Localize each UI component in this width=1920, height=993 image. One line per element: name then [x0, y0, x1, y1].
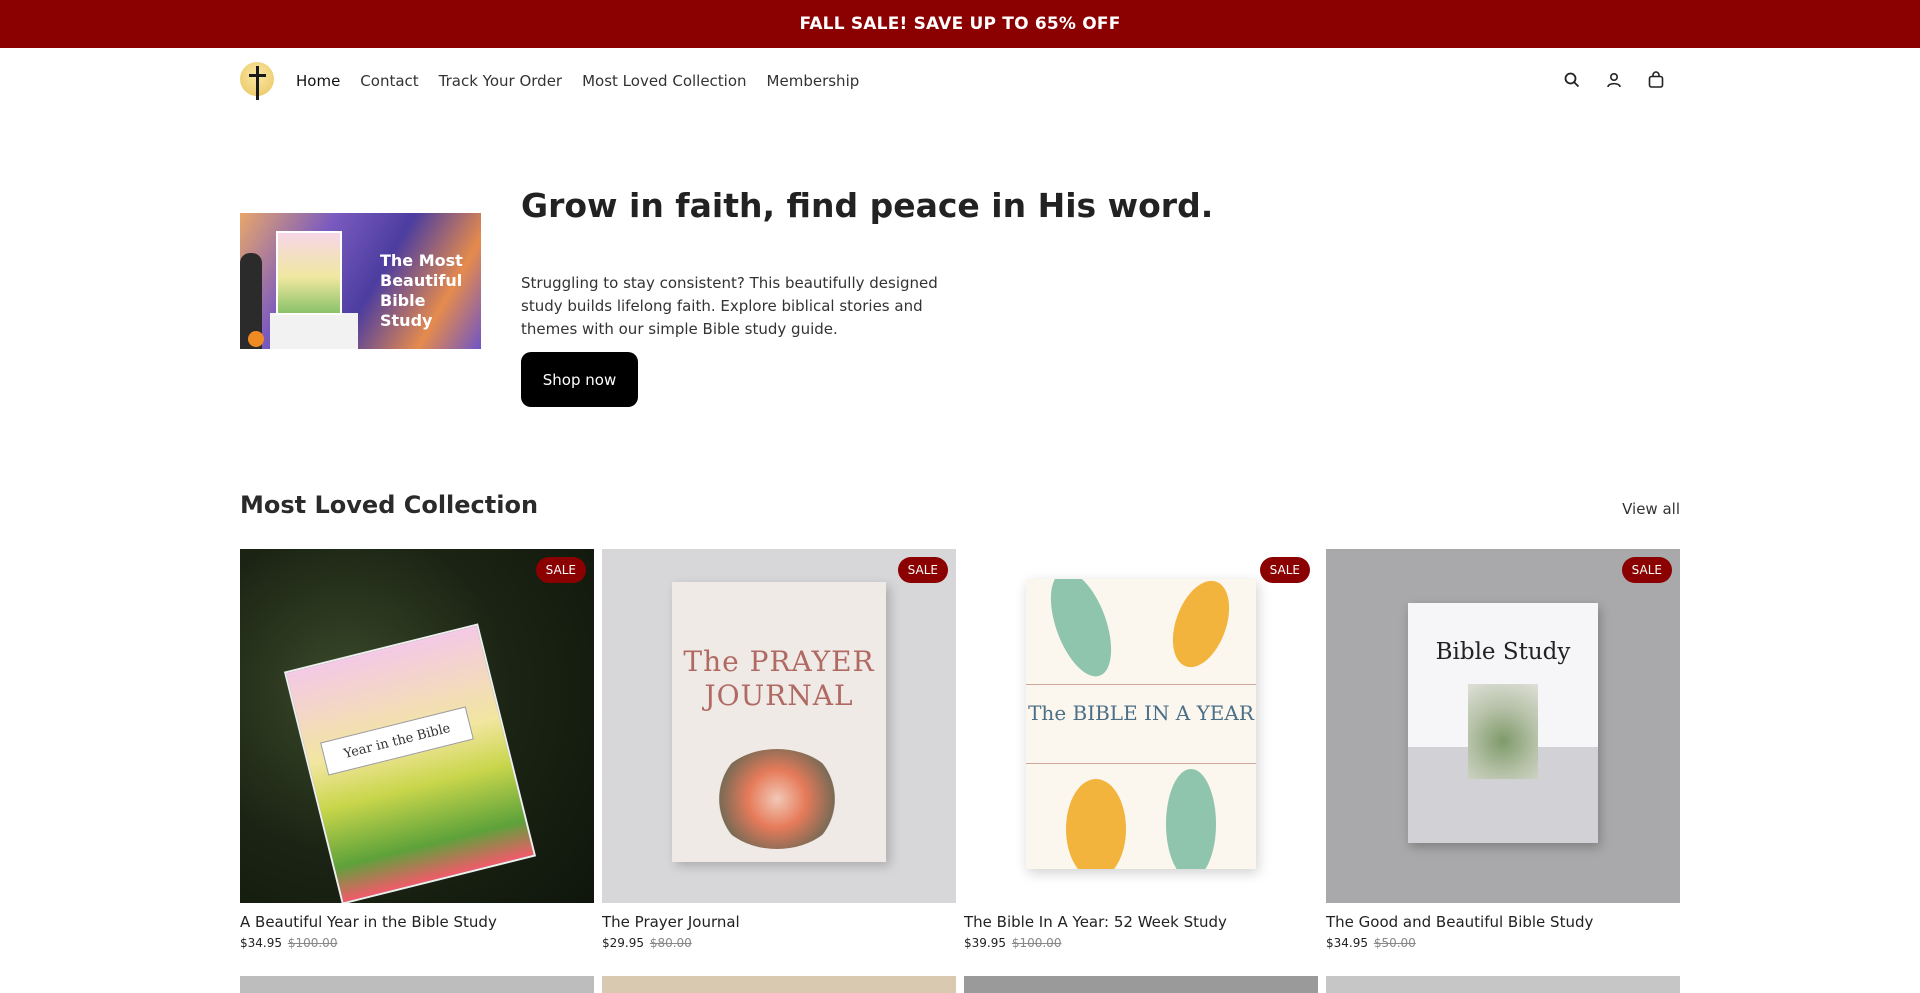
announcement-bar: FALL SALE! SAVE UP TO 65% OFF	[0, 0, 1920, 48]
product-image[interactable]	[602, 976, 956, 993]
next-row-preview	[240, 976, 1681, 993]
product-price: $34.95 $100.00	[240, 936, 338, 950]
main-nav: Home Contact Track Your Order Most Loved…	[296, 48, 859, 114]
site-header: Home Contact Track Your Order Most Loved…	[0, 48, 1920, 114]
account-icon[interactable]	[1604, 70, 1624, 90]
sale-badge: SALE	[1259, 557, 1310, 583]
hero-image-text: The Most Beautiful Bible Study	[380, 251, 463, 330]
search-icon[interactable]	[1562, 70, 1582, 90]
product-name[interactable]: The Bible In A Year: 52 Week Study	[964, 913, 1318, 931]
hero-description: Struggling to stay consistent? This beau…	[521, 274, 938, 338]
section-title: Most Loved Collection	[240, 491, 539, 519]
product-cover-text: The BIBLE IN A YEAR	[1026, 684, 1256, 764]
product-card[interactable]: Bible Study SALE The Good and Beautiful …	[1326, 549, 1680, 950]
nav-membership[interactable]: Membership	[767, 72, 860, 90]
product-name[interactable]: The Prayer Journal	[602, 913, 956, 931]
cart-icon[interactable]	[1646, 70, 1666, 90]
product-card[interactable]: Year in the Bible SALE A Beautiful Year …	[240, 549, 594, 950]
product-card[interactable]: The PRAYER JOURNAL SALE The Prayer Journ…	[602, 549, 956, 950]
product-image[interactable]: The PRAYER JOURNAL SALE	[602, 549, 956, 903]
hero-image: The Most Beautiful Bible Study	[240, 213, 481, 349]
product-card[interactable]: The BIBLE IN A YEAR SALE The Bible In A …	[964, 549, 1318, 950]
sale-badge: SALE	[535, 557, 586, 583]
product-price: $29.95 $80.00	[602, 936, 692, 950]
announcement-text: FALL SALE! SAVE UP TO 65% OFF	[799, 14, 1121, 34]
compare-price: $50.00	[1373, 936, 1416, 950]
product-image[interactable]	[964, 976, 1318, 993]
header-icons	[1562, 70, 1666, 92]
product-price: $34.95 $50.00	[1326, 936, 1416, 950]
product-cover-text: The PRAYER JOURNAL	[683, 645, 875, 712]
nav-most-loved[interactable]: Most Loved Collection	[582, 72, 746, 90]
product-image[interactable]: Year in the Bible SALE	[240, 549, 594, 903]
product-name[interactable]: The Good and Beautiful Bible Study	[1326, 913, 1680, 931]
cross-logo-icon[interactable]	[240, 62, 274, 100]
product-image[interactable]	[240, 976, 594, 993]
sale-badge: SALE	[897, 557, 948, 583]
nav-track-order[interactable]: Track Your Order	[439, 72, 562, 90]
product-image[interactable]	[1326, 976, 1680, 993]
compare-price: $80.00	[649, 936, 692, 950]
compare-price: $100.00	[287, 936, 338, 950]
hero-title: Grow in faith, find peace in His word.	[521, 186, 1214, 225]
compare-price: $100.00	[1011, 936, 1062, 950]
product-cover-text: Bible Study	[1435, 639, 1571, 665]
product-image[interactable]: The BIBLE IN A YEAR SALE	[964, 549, 1318, 903]
sale-badge: SALE	[1621, 557, 1672, 583]
nav-contact[interactable]: Contact	[360, 72, 418, 90]
product-price: $39.95 $100.00	[964, 936, 1062, 950]
view-all-link[interactable]: View all	[1622, 500, 1680, 518]
shop-now-button[interactable]: Shop now	[521, 352, 638, 407]
nav-home[interactable]: Home	[296, 72, 340, 90]
product-image[interactable]: Bible Study SALE	[1326, 549, 1680, 903]
product-name[interactable]: A Beautiful Year in the Bible Study	[240, 913, 594, 931]
